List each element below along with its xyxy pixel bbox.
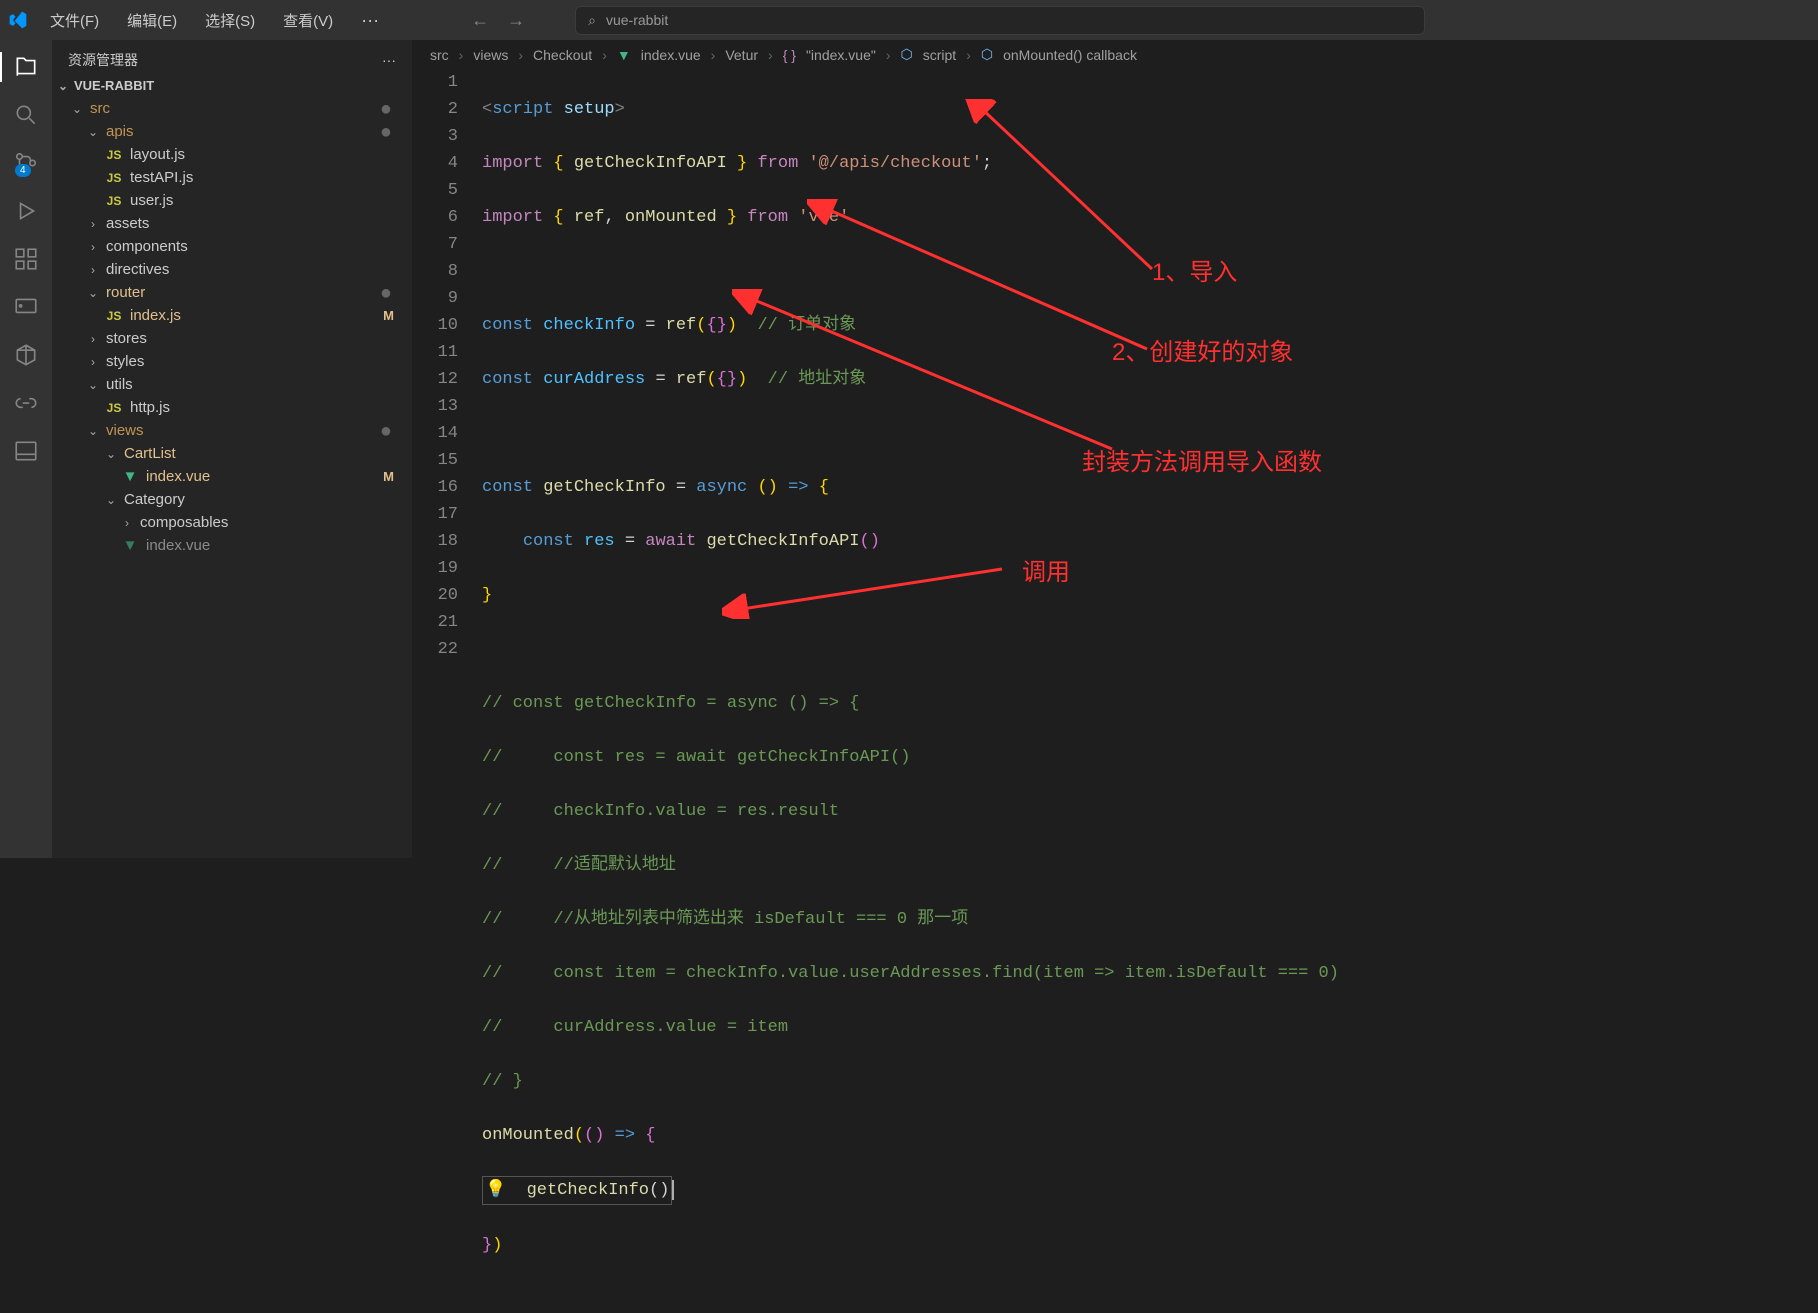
menu-file[interactable]: 文件(F) <box>38 4 111 37</box>
panel-icon[interactable] <box>11 436 41 466</box>
code-content[interactable]: <script setup> import { getCheckInfoAPI … <box>482 69 1818 1313</box>
title-bar: 文件(F) 编辑(E) 选择(S) 查看(V) ··· ← → ⌕ vue-ra… <box>0 0 1818 40</box>
project-header[interactable]: ⌄ VUE-RABBIT <box>52 74 412 97</box>
run-debug-icon[interactable] <box>11 196 41 226</box>
menu-bar: 文件(F) 编辑(E) 选择(S) 查看(V) ··· <box>38 4 391 37</box>
file-http-js[interactable]: JShttp.js <box>52 396 412 419</box>
explorer-more-icon[interactable]: ··· <box>382 52 396 68</box>
folder-stores[interactable]: ›stores <box>52 327 412 350</box>
extensions-icon[interactable] <box>11 244 41 274</box>
menu-edit[interactable]: 编辑(E) <box>115 4 189 37</box>
cursor <box>672 1180 674 1200</box>
lightbulb-icon[interactable]: 💡 <box>485 1181 506 1200</box>
source-control-icon[interactable]: 4 <box>11 148 41 178</box>
folder-utils[interactable]: ⌄utils <box>52 373 412 396</box>
folder-styles[interactable]: ›styles <box>52 350 412 373</box>
nav-back-icon[interactable]: ← <box>471 10 489 31</box>
folder-src[interactable]: ⌄src● <box>52 97 412 120</box>
project-name: VUE-RABBIT <box>74 78 154 93</box>
search-icon: ⌕ <box>588 12 596 29</box>
menu-select[interactable]: 选择(S) <box>193 4 267 37</box>
explorer-title: 资源管理器 <box>68 50 138 70</box>
file-tree: ⌄src● ⌄apis● JSlayout.js JStestAPI.js JS… <box>52 97 412 858</box>
file-router-index-js[interactable]: JSindex.jsM <box>52 304 412 327</box>
cube-icon: ⬡ <box>901 46 913 63</box>
file-user-js[interactable]: JSuser.js <box>52 189 412 212</box>
cube-icon: ⬡ <box>981 46 993 63</box>
search-text: vue-rabbit <box>606 12 668 28</box>
code-editor[interactable]: 1234 5678 9101112 13141516 17181920 2122… <box>412 69 1818 1313</box>
file-layout-js[interactable]: JSlayout.js <box>52 143 412 166</box>
folder-apis[interactable]: ⌄apis● <box>52 120 412 143</box>
scm-badge: 4 <box>15 164 31 177</box>
folder-category[interactable]: ⌄Category <box>52 488 412 511</box>
remote-icon[interactable] <box>11 292 41 322</box>
file-testapi-js[interactable]: JStestAPI.js <box>52 166 412 189</box>
line-numbers: 1234 5678 9101112 13141516 17181920 2122 <box>412 69 482 1313</box>
command-center[interactable]: ⌕ vue-rabbit <box>575 6 1425 35</box>
folder-directives[interactable]: ›directives <box>52 258 412 281</box>
folder-cartlist[interactable]: ⌄CartList <box>52 442 412 465</box>
folder-router[interactable]: ⌄router● <box>52 281 412 304</box>
file-category-index-vue[interactable]: ▼index.vue <box>52 534 412 557</box>
folder-views[interactable]: ⌄views● <box>52 419 412 442</box>
activity-bar: 4 <box>0 40 52 858</box>
menu-view[interactable]: 查看(V) <box>271 4 345 37</box>
folder-composables[interactable]: ›composables <box>52 511 412 534</box>
folder-components[interactable]: ›components <box>52 235 412 258</box>
breadcrumbs[interactable]: src› views› Checkout› ▼index.vue› Vetur›… <box>412 40 1818 69</box>
box-icon[interactable] <box>11 340 41 370</box>
vue-icon: ▼ <box>617 47 631 63</box>
folder-assets[interactable]: ›assets <box>52 212 412 235</box>
link-icon[interactable] <box>11 388 41 418</box>
vscode-icon <box>8 10 28 30</box>
menu-more[interactable]: ··· <box>349 4 391 37</box>
nav-arrows: ← → <box>471 10 525 31</box>
editor-area: rCart.vue ▼ index.vue ..\CartList M JS c… <box>412 40 1818 858</box>
search-activity-icon[interactable] <box>11 100 41 130</box>
nav-forward-icon[interactable]: → <box>507 10 525 31</box>
explorer-icon[interactable] <box>11 52 41 82</box>
file-cartlist-index-vue[interactable]: ▼index.vueM <box>52 465 412 488</box>
sidebar: 资源管理器 ··· ⌄ VUE-RABBIT ⌄src● ⌄apis● JSla… <box>52 40 412 858</box>
braces-icon: { } <box>783 47 796 63</box>
